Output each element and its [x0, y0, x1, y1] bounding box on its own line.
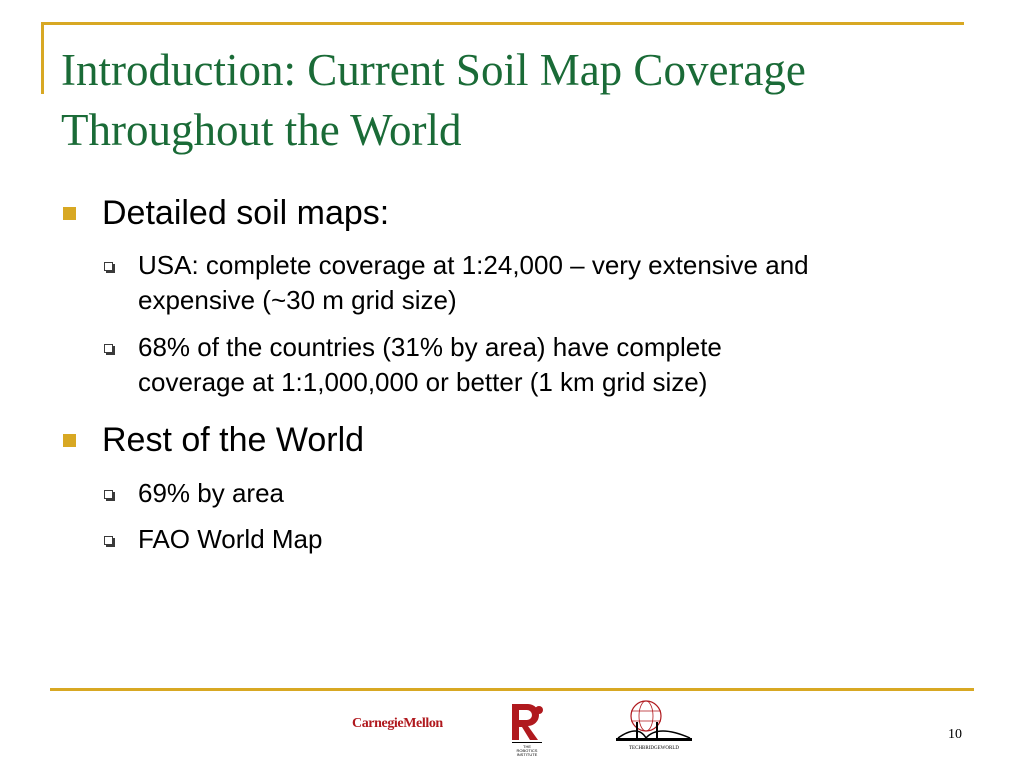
slide: Introduction: Current Soil Map Coverage …: [0, 0, 1024, 768]
square-bullet-icon: [63, 207, 76, 220]
sub-bullet-text: 69% by area: [138, 476, 968, 511]
square-bullet-icon: [63, 434, 76, 447]
bullet-list: Detailed soil maps: USA: complete covera…: [0, 0, 1024, 768]
sub-bullet-line: 69% by area: [138, 478, 284, 508]
robotics-institute-logo: THE ROBOTICS INSTITUTE: [512, 704, 543, 756]
footer-divider: [50, 688, 974, 691]
sub-bullet-line: FAO World Map: [138, 524, 323, 554]
hollow-square-bullet-icon: [104, 490, 113, 499]
carnegie-mellon-logo: CarnegieMellon: [352, 716, 443, 731]
techbridgeworld-logo: TECHBRIDGEWORLD: [616, 700, 692, 751]
hollow-square-bullet-icon: [104, 262, 113, 271]
hollow-square-bullet-icon: [104, 344, 113, 353]
svg-text:INSTITUTE: INSTITUTE: [517, 752, 538, 756]
sub-bullet-text: 68% of the countries (31% by area) have …: [138, 330, 968, 400]
hollow-square-bullet-icon: [104, 536, 113, 545]
page-number: 10: [948, 727, 962, 742]
sub-bullet-line: coverage at 1:1,000,000 or better (1 km …: [138, 367, 708, 397]
sub-bullet-text: USA: complete coverage at 1:24,000 – ver…: [138, 248, 968, 318]
sub-bullet-text: FAO World Map: [138, 522, 968, 557]
bullet-text: Detailed soil maps:: [102, 194, 390, 232]
sub-bullet-line: 68% of the countries (31% by area) have …: [138, 332, 722, 362]
bullet-text: Rest of the World: [102, 421, 365, 459]
sub-bullet-line: expensive (~30 m grid size): [138, 285, 457, 315]
svg-text:TECHBRIDGEWORLD: TECHBRIDGEWORLD: [629, 746, 679, 751]
sub-bullet-line: USA: complete coverage at 1:24,000 – ver…: [138, 250, 809, 280]
